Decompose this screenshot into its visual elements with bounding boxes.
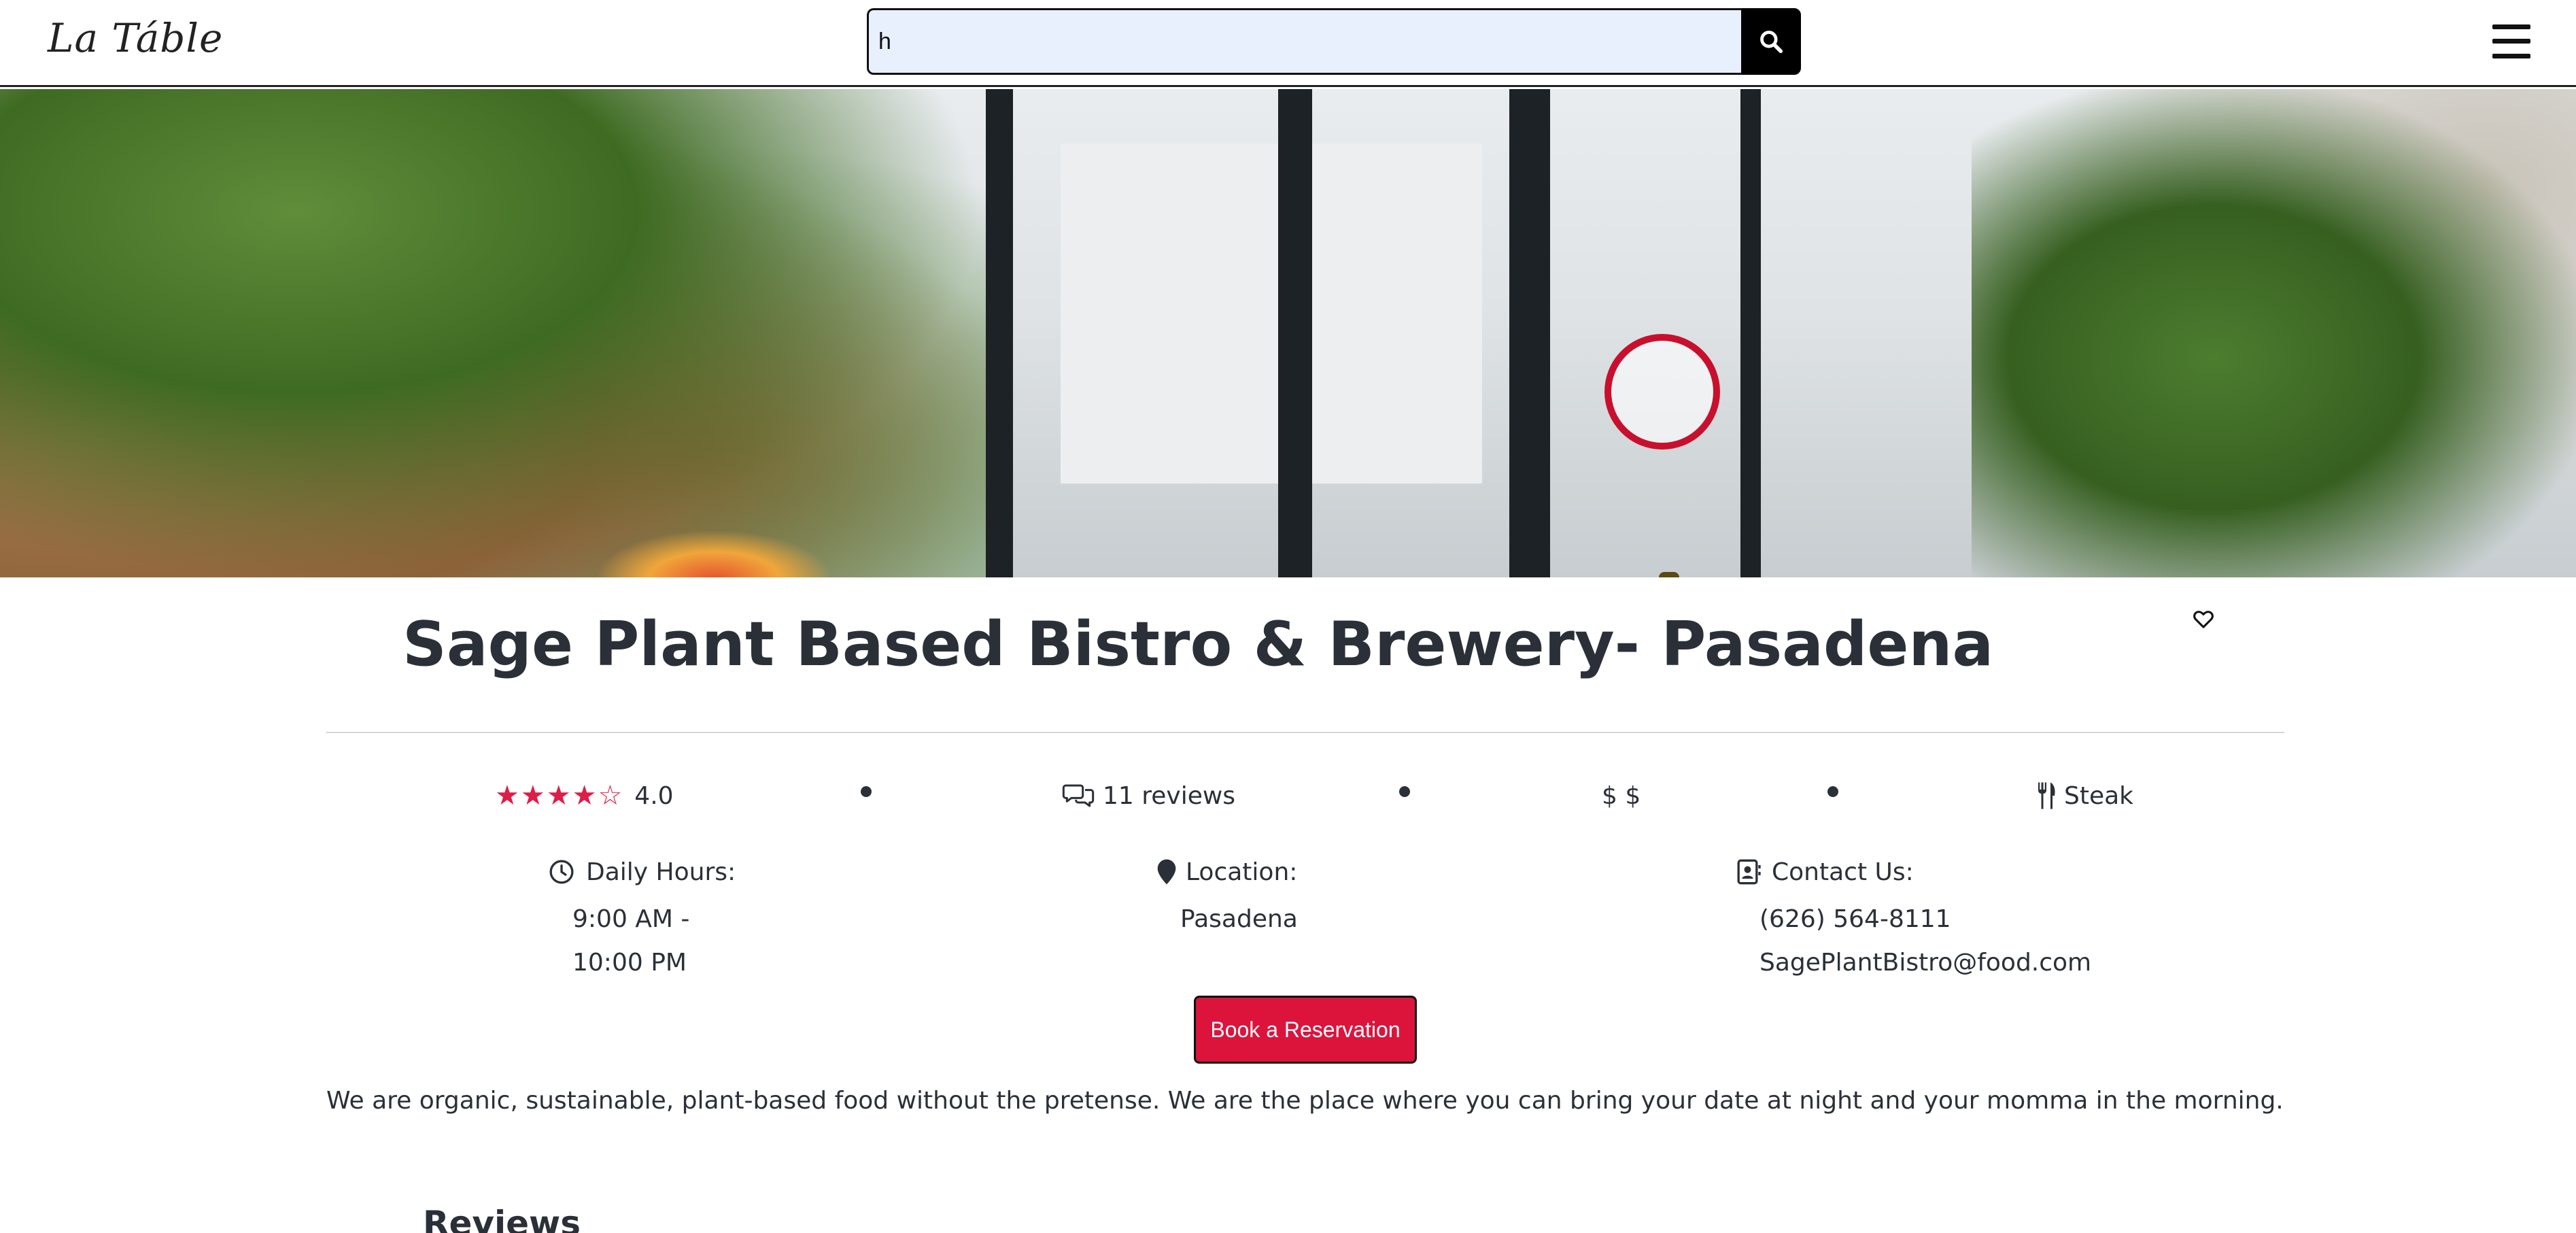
rating-value: 4.0 (634, 781, 674, 810)
contact-label: Contact Us: (1772, 858, 1914, 886)
clock-icon (549, 860, 574, 884)
location-label: Location: (1186, 858, 1298, 886)
star-rating-icon: ★★★★☆ (495, 780, 624, 811)
contact-header: Contact Us: (1736, 855, 2144, 889)
rating: ★★★★☆ 4.0 (495, 775, 674, 816)
chat-bubbles-icon (1062, 784, 1095, 807)
location-value: Pasadena (1180, 905, 1298, 933)
location-header: Location: (1156, 855, 1360, 889)
reviews-heading: Reviews (423, 1204, 581, 1233)
restaurant-description: We are organic, sustainable, plant-based… (326, 1087, 2284, 1115)
hero-window-seal (1604, 334, 1720, 450)
hero-window-post (986, 89, 1013, 577)
hours-header: Daily Hours: (548, 855, 820, 889)
hero-image (0, 89, 2576, 577)
hours-close: 10:00 PM (572, 949, 687, 977)
contact-block: Contact Us: (626) 564-8111 SagePlantBist… (1736, 855, 2144, 991)
site-logo[interactable]: La Táble (48, 15, 223, 61)
contact-email[interactable]: SagePlantBistro@food.com (1759, 949, 2091, 977)
hero-foliage-left (0, 89, 986, 577)
book-reservation-button[interactable]: Book a Reservation (1194, 996, 1417, 1064)
cuisine-label: Steak (2064, 781, 2134, 810)
top-navbar: La Táble (0, 0, 2576, 87)
menu-bar-icon (2492, 24, 2530, 29)
stats-row: ★★★★☆ 4.0 11 reviews $ $ Steak (0, 775, 2576, 816)
contact-phone[interactable]: (626) 564-8111 (1759, 905, 1951, 933)
hero-window-post (1740, 89, 1761, 577)
reviews-count[interactable]: 11 reviews (1062, 775, 1235, 816)
menu-bar-icon (2492, 39, 2530, 44)
hours-label: Daily Hours: (586, 858, 736, 886)
reviews-count-label: 11 reviews (1103, 781, 1236, 810)
favorite-button[interactable] (2192, 607, 2218, 633)
search-input[interactable] (867, 8, 1741, 75)
utensils-icon (2038, 782, 2055, 809)
hero-foliage-right (1972, 89, 2576, 577)
map-pin-icon (1157, 859, 1176, 885)
hamburger-menu-button[interactable] (2492, 24, 2530, 58)
search-bar (867, 8, 1801, 75)
section-divider (326, 732, 2284, 733)
hero-window-post (1509, 89, 1550, 577)
search-button[interactable] (1741, 8, 1801, 75)
menu-bar-icon (2492, 54, 2530, 58)
hours-block: Daily Hours: 9:00 AM - 10:00 PM (548, 855, 820, 991)
location-block: Location: Pasadena (1156, 855, 1360, 950)
price-level: $ $ (1602, 781, 1641, 810)
heart-icon (2193, 611, 2214, 628)
separator-dot (861, 786, 872, 797)
hero-flowers (598, 531, 829, 577)
hero-building (1061, 143, 1482, 484)
hours-open: 9:00 AM - (572, 905, 690, 933)
search-icon (1760, 31, 1783, 54)
restaurant-name: Sage Plant Based Bistro & Brewery- Pasad… (402, 609, 1994, 680)
hero-window-post (1278, 89, 1312, 577)
hero-bottle (1659, 572, 1679, 577)
separator-dot (1399, 786, 1410, 797)
cuisine: Steak (2036, 775, 2133, 816)
contact-card-icon (1737, 859, 1761, 885)
separator-dot (1827, 786, 1838, 797)
